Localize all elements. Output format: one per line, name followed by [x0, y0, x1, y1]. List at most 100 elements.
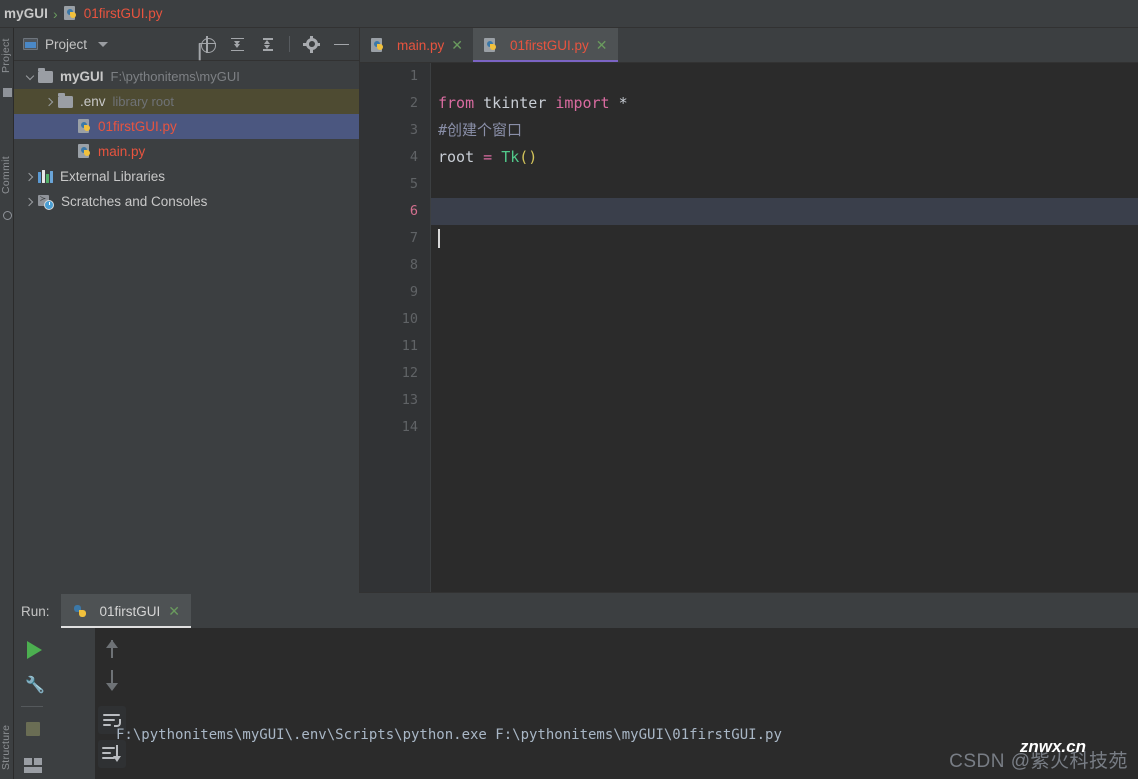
strip-tab-commit[interactable]: Commit	[0, 148, 14, 203]
chevron-down-icon[interactable]	[98, 41, 109, 47]
project-title-group[interactable]: Project	[14, 36, 109, 52]
chevron-down-icon[interactable]	[22, 71, 38, 80]
editor-tab-bar: main.py ✕ 01firstGUI.py ✕	[360, 28, 1138, 62]
run-actions-secondary	[52, 628, 126, 779]
python-file-icon	[78, 119, 93, 134]
line-number: 5	[409, 176, 418, 192]
code-line: from tkinter import *	[431, 90, 1138, 117]
line-number: 9	[409, 284, 418, 300]
code-token: Tk	[501, 148, 520, 166]
code-token: #创建个窗口	[438, 121, 523, 139]
run-actions-primary: 🔧	[14, 628, 52, 779]
settings-gear-icon[interactable]	[303, 35, 320, 53]
close-icon[interactable]: ✕	[595, 38, 609, 52]
tree-row-mainpy[interactable]: main.py	[14, 139, 359, 164]
project-title: Project	[45, 36, 88, 52]
editor-area: main.py ✕ 01firstGUI.py ✕ 1 2 3 4 5 6 7 8 9 10 11 1…	[360, 28, 1138, 593]
text-caret	[438, 229, 440, 248]
collapse-all-icon[interactable]	[259, 36, 276, 53]
line-number: 12	[401, 365, 418, 381]
left-tool-strip: Project Commit Structure	[0, 28, 14, 779]
chevron-right-icon[interactable]	[22, 197, 38, 206]
expand-all-icon[interactable]	[229, 36, 246, 53]
line-number: 1	[409, 68, 418, 84]
code-token: import	[555, 94, 610, 112]
run-tab-01firstgui[interactable]: 01firstGUI ✕	[60, 594, 192, 628]
line-number: 10	[401, 311, 418, 327]
tree-row-scratches-and-consoles[interactable]: Scratches and Consoles	[14, 189, 359, 214]
tab-main-py[interactable]: main.py ✕	[360, 28, 473, 62]
line-number: 8	[409, 257, 418, 273]
console-output[interactable]: F:\pythonitems\myGUI\.env\Scripts\python…	[95, 628, 1138, 779]
project-window-icon	[3, 88, 12, 97]
code-line: root = Tk()	[431, 144, 1138, 171]
project-toolbar: Project	[14, 28, 359, 61]
code-token: ()	[519, 148, 538, 166]
tree-row-01firstgui[interactable]: 01firstGUI.py	[14, 114, 359, 139]
line-number: 3	[409, 122, 418, 138]
project-panel: Project myGUI F:\pythonitems\myGUI .env …	[14, 28, 359, 593]
line-number: 2	[409, 95, 418, 111]
code-token: root	[438, 148, 475, 166]
tree-row-external-libraries[interactable]: External Libraries	[14, 164, 359, 189]
python-icon	[73, 604, 88, 619]
toolbar-divider	[289, 36, 290, 52]
line-number: 11	[401, 338, 418, 354]
tree-row-env[interactable]: .env library root	[14, 89, 359, 114]
locate-crosshair-icon[interactable]	[199, 35, 216, 53]
editor-gutter[interactable]: 1 2 3 4 5 6 7 8 9 10 11 12 13 14	[360, 63, 430, 593]
breadcrumb-project[interactable]: myGUI	[4, 6, 48, 21]
code-token: from	[438, 94, 475, 112]
run-tab-label: 01firstGUI	[99, 603, 161, 619]
run-panel-body: 🔧 F:\pythonitems\myGUI\.env\Scripts\pyth…	[14, 628, 1138, 779]
code-surface[interactable]: from tkinter import * #创建个窗口 root = Tk()	[431, 63, 1138, 593]
breadcrumb-file[interactable]: 01firstGUI.py	[84, 6, 163, 21]
python-file-icon	[78, 144, 93, 159]
breadcrumb-separator-icon: ›	[53, 5, 58, 22]
run-panel: Run: 01firstGUI ✕ 🔧 F:\pythonitems\myGUI…	[14, 594, 1138, 779]
close-icon[interactable]: ✕	[167, 604, 181, 618]
chevron-right-icon[interactable]	[42, 97, 58, 106]
tree-item-label: .env	[80, 94, 106, 109]
project-tree: myGUI F:\pythonitems\myGUI .env library …	[14, 61, 359, 593]
line-number: 6	[409, 203, 418, 219]
tab-label: main.py	[397, 37, 445, 53]
line-number: 13	[401, 392, 418, 408]
tab-01firstgui-py[interactable]: 01firstGUI.py ✕	[473, 28, 618, 62]
code-line	[431, 198, 1138, 225]
tree-item-detail: library root	[112, 94, 174, 109]
strip-tab-structure[interactable]: Structure	[0, 718, 14, 776]
run-button[interactable]	[19, 636, 47, 664]
chevron-right-icon[interactable]	[22, 172, 38, 181]
minimize-icon[interactable]	[333, 36, 350, 53]
wrench-settings-button[interactable]: 🔧	[19, 673, 47, 701]
python-file-icon	[63, 6, 79, 21]
code-token: tkinter	[483, 94, 547, 112]
run-panel-header: Run: 01firstGUI ✕	[14, 594, 1138, 628]
code-token: =	[483, 148, 493, 166]
grid-button[interactable]	[20, 752, 48, 779]
tab-label: 01firstGUI.py	[510, 37, 589, 53]
close-icon[interactable]: ✕	[450, 38, 464, 52]
code-line: #创建个窗口	[431, 117, 1138, 144]
tree-item-label: External Libraries	[60, 169, 166, 184]
folder-icon	[38, 68, 53, 83]
tree-item-detail: F:\pythonitems\myGUI	[110, 69, 240, 84]
project-toolbar-icons	[199, 35, 359, 53]
strip-tab-project[interactable]: Project	[0, 30, 14, 82]
tree-row-mygui[interactable]: myGUI F:\pythonitems\myGUI	[14, 64, 359, 89]
console-command-line: F:\pythonitems\myGUI\.env\Scripts\python…	[116, 727, 782, 743]
python-file-icon	[371, 37, 386, 53]
stop-button[interactable]	[20, 716, 48, 744]
breadcrumb: myGUI › 01firstGUI.py	[0, 0, 1138, 28]
